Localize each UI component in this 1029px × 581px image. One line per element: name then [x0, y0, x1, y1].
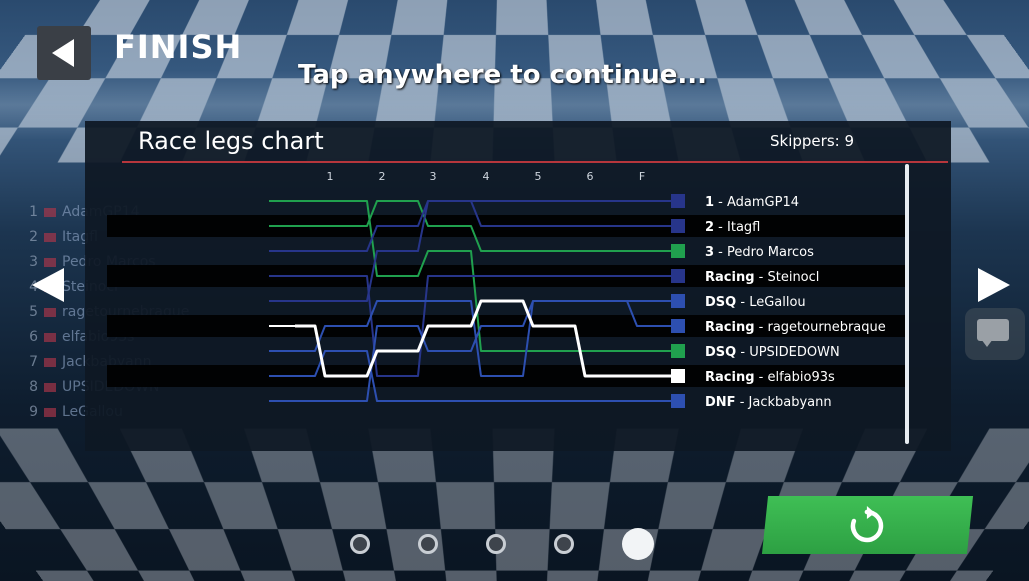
- flag-icon: [44, 208, 56, 217]
- series-line: [295, 299, 680, 378]
- tap-to-continue-hint: Tap anywhere to continue...: [298, 60, 708, 90]
- chat-icon: [977, 319, 1009, 341]
- final-separator: -: [736, 345, 749, 360]
- final-separator: -: [755, 270, 768, 285]
- final-position-marker: [671, 344, 685, 358]
- final-position-marker: [671, 394, 685, 408]
- final-position-marker: [671, 319, 685, 333]
- final-separator: -: [736, 295, 749, 310]
- restart-icon: [850, 506, 884, 543]
- leg-tick-label: 4: [483, 170, 490, 183]
- page-dot[interactable]: [622, 528, 654, 560]
- leg-tick-label: 6: [587, 170, 594, 183]
- flag-icon: [44, 383, 56, 392]
- background-ranking-number: 2: [29, 229, 38, 245]
- final-skipper-name: Steinocl: [767, 270, 819, 285]
- final-status: DSQ: [705, 345, 736, 360]
- final-ranking-entry: Racing - elfabio93s: [705, 370, 835, 385]
- final-status: 3: [705, 245, 714, 260]
- final-ranking-entry: Racing - ragetournebraque: [705, 320, 886, 335]
- final-position-marker: [671, 219, 685, 233]
- race-legs-chart: 1 2 3 4 5 6 F 1 - AdamGP14 2 - Itagfl 3 - Pedro M…: [107, 170, 905, 410]
- left-arrow-icon[interactable]: [32, 268, 64, 302]
- page-dot[interactable]: [418, 534, 438, 554]
- final-skipper-name: LeGallou: [749, 295, 805, 310]
- leg-tick-label: 1: [327, 170, 334, 183]
- back-arrow-icon: [52, 39, 74, 67]
- leg-tick-label: 3: [430, 170, 437, 183]
- final-position-marker: [671, 269, 685, 283]
- final-status: Racing: [705, 270, 755, 285]
- page-indicator: [350, 528, 654, 560]
- final-separator: -: [714, 245, 727, 260]
- page-dot[interactable]: [350, 534, 370, 554]
- final-skipper-name: Pedro Marcos: [727, 245, 814, 260]
- page-dot[interactable]: [554, 534, 574, 554]
- final-separator: -: [755, 320, 768, 335]
- final-ranking-entry: DSQ - LeGallou: [705, 295, 806, 310]
- final-ranking-entry: 1 - AdamGP14: [705, 195, 799, 210]
- final-separator: -: [736, 395, 749, 410]
- final-position-marker: [671, 369, 685, 383]
- leg-tick-label: F: [639, 170, 645, 183]
- screen-title: FINISH: [114, 28, 243, 66]
- final-skipper-name: Jackbabyann: [748, 395, 832, 410]
- final-skipper-name: ragetournebraque: [767, 320, 885, 335]
- flag-icon: [44, 408, 56, 417]
- final-status: DSQ: [705, 295, 736, 310]
- right-arrow-icon[interactable]: [978, 268, 1010, 302]
- background-ranking-number: 5: [29, 304, 38, 320]
- final-skipper-name: UPSIDEDOWN: [749, 345, 840, 360]
- back-button[interactable]: [37, 26, 91, 80]
- final-separator: -: [714, 220, 727, 235]
- chat-icon-tail: [981, 339, 993, 347]
- flag-icon: [44, 233, 56, 242]
- final-ranking-entry: DSQ - UPSIDEDOWN: [705, 345, 840, 360]
- final-position-marker: [671, 294, 685, 308]
- final-ranking-entry: Racing - Steinocl: [705, 270, 819, 285]
- chat-button[interactable]: [965, 308, 1025, 360]
- flag-icon: [44, 358, 56, 367]
- background-ranking-number: 7: [29, 354, 38, 370]
- flag-icon: [44, 258, 56, 267]
- final-separator: -: [755, 370, 768, 385]
- final-skipper-name: elfabio93s: [767, 370, 835, 385]
- background-ranking-number: 6: [29, 329, 38, 345]
- background-ranking-number: 8: [29, 379, 38, 395]
- background-ranking-number: 9: [29, 404, 38, 420]
- restart-button[interactable]: [761, 496, 974, 554]
- final-skipper-name: AdamGP14: [727, 195, 799, 210]
- leg-tick-label: 2: [379, 170, 386, 183]
- final-status: 2: [705, 220, 714, 235]
- final-skipper-name: Itagfl: [727, 220, 760, 235]
- leg-tick-label: 5: [535, 170, 542, 183]
- background-ranking-number: 1: [29, 204, 38, 220]
- flag-icon: [44, 308, 56, 317]
- series-line: [295, 300, 680, 377]
- final-ranking-entry: DNF - Jackbabyann: [705, 395, 832, 410]
- final-ranking-entry: 3 - Pedro Marcos: [705, 245, 814, 260]
- final-status: Racing: [705, 320, 755, 335]
- final-status: 1: [705, 195, 714, 210]
- final-position-marker: [671, 244, 685, 258]
- final-separator: -: [714, 195, 727, 210]
- flag-icon: [44, 333, 56, 342]
- final-ranking-entry: 2 - Itagfl: [705, 220, 760, 235]
- final-status: Racing: [705, 370, 755, 385]
- page-dot[interactable]: [486, 534, 506, 554]
- final-status: DNF: [705, 395, 736, 410]
- race-finish-screen[interactable]: FINISH Tap anywhere to continue... 1 Adam…: [0, 0, 1029, 581]
- final-position-marker: [671, 194, 685, 208]
